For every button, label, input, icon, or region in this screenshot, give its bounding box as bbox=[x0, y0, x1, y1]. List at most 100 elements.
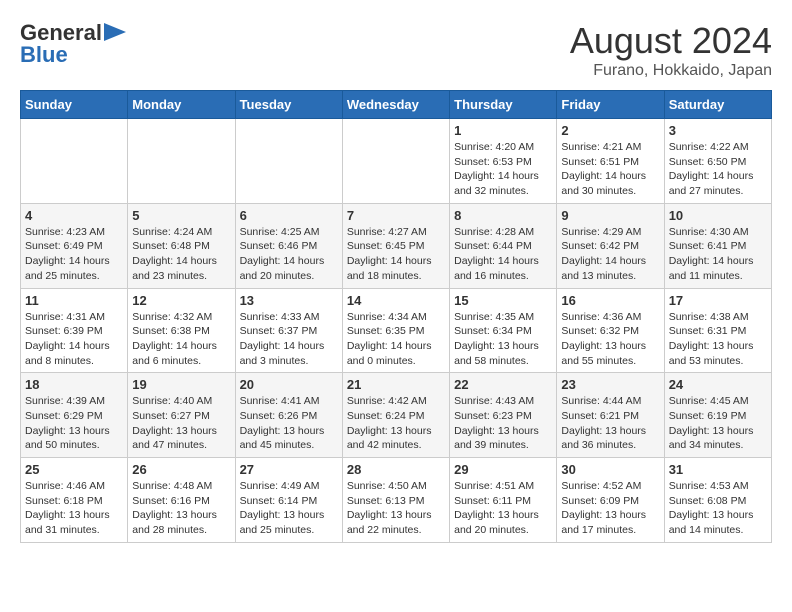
header-sunday: Sunday bbox=[21, 91, 128, 119]
calendar-week-5: 25 Sunrise: 4:46 AM Sunset: 6:18 PM Dayli… bbox=[21, 458, 772, 543]
day-info: Sunrise: 4:35 AM Sunset: 6:34 PM Dayligh… bbox=[454, 310, 552, 369]
day-info: Sunrise: 4:29 AM Sunset: 6:42 PM Dayligh… bbox=[561, 225, 659, 284]
day-info: Sunrise: 4:45 AM Sunset: 6:19 PM Dayligh… bbox=[669, 394, 767, 453]
calendar-cell: 9Sunrise: 4:29 AM Sunset: 6:42 PM Daylig… bbox=[557, 203, 664, 288]
day-info: Sunrise: 4:44 AM Sunset: 6:21 PM Dayligh… bbox=[561, 394, 659, 453]
day-info: Sunrise: 4:39 AM Sunset: 6:29 PM Dayligh… bbox=[25, 394, 123, 453]
day-info: Sunrise: 4:34 AM Sunset: 6:35 PM Dayligh… bbox=[347, 310, 445, 369]
day-number: 11 bbox=[25, 293, 123, 308]
calendar-cell: 4 Sunrise: 4:23 AM Sunset: 6:49 PM Daylig… bbox=[21, 203, 128, 288]
day-number: 16 bbox=[561, 293, 659, 308]
calendar-cell: 29 Sunrise: 4:51 AM Sunset: 6:11 PM Dayli… bbox=[450, 458, 557, 543]
day-info: Sunrise: 4:25 AM Sunset: 6:46 PM Dayligh… bbox=[240, 225, 338, 284]
header-tuesday: Tuesday bbox=[235, 91, 342, 119]
calendar-cell: 14Sunrise: 4:34 AM Sunset: 6:35 PM Dayli… bbox=[342, 288, 449, 373]
calendar-cell: 17 Sunrise: 4:38 AM Sunset: 6:31 PM Dayli… bbox=[664, 288, 771, 373]
calendar-cell: 3 Sunrise: 4:22 AM Sunset: 6:50 PM Daylig… bbox=[664, 119, 771, 204]
calendar-subtitle: Furano, Hokkaido, Japan bbox=[570, 62, 772, 80]
day-info: Sunrise: 4:21 AM Sunset: 6:51 PM Dayligh… bbox=[561, 140, 659, 199]
calendar-cell: 16Sunrise: 4:36 AM Sunset: 6:32 PM Dayli… bbox=[557, 288, 664, 373]
day-number: 4 bbox=[25, 208, 123, 223]
day-info: Sunrise: 4:22 AM Sunset: 6:50 PM Dayligh… bbox=[669, 140, 767, 199]
day-info: Sunrise: 4:33 AM Sunset: 6:37 PM Dayligh… bbox=[240, 310, 338, 369]
calendar-cell: 2 Sunrise: 4:21 AM Sunset: 6:51 PM Daylig… bbox=[557, 119, 664, 204]
logo-blue-text: Blue bbox=[20, 42, 68, 68]
calendar-cell: 27 Sunrise: 4:49 AM Sunset: 6:14 PM Dayli… bbox=[235, 458, 342, 543]
day-info: Sunrise: 4:46 AM Sunset: 6:18 PM Dayligh… bbox=[25, 479, 123, 538]
day-number: 2 bbox=[561, 123, 659, 138]
day-number: 17 bbox=[669, 293, 767, 308]
header-friday: Friday bbox=[557, 91, 664, 119]
day-info: Sunrise: 4:49 AM Sunset: 6:14 PM Dayligh… bbox=[240, 479, 338, 538]
calendar-cell: 31 Sunrise: 4:53 AM Sunset: 6:08 PM Dayli… bbox=[664, 458, 771, 543]
day-number: 1 bbox=[454, 123, 552, 138]
calendar-cell bbox=[342, 119, 449, 204]
calendar-cell: 11 Sunrise: 4:31 AM Sunset: 6:39 PM Dayli… bbox=[21, 288, 128, 373]
day-info: Sunrise: 4:38 AM Sunset: 6:31 PM Dayligh… bbox=[669, 310, 767, 369]
header-monday: Monday bbox=[128, 91, 235, 119]
calendar-cell: 21 Sunrise: 4:42 AM Sunset: 6:24 PM Dayli… bbox=[342, 373, 449, 458]
calendar-week-2: 4 Sunrise: 4:23 AM Sunset: 6:49 PM Daylig… bbox=[21, 203, 772, 288]
day-number: 28 bbox=[347, 462, 445, 477]
calendar-cell: 25 Sunrise: 4:46 AM Sunset: 6:18 PM Dayli… bbox=[21, 458, 128, 543]
day-number: 24 bbox=[669, 377, 767, 392]
calendar-cell: 26 Sunrise: 4:48 AM Sunset: 6:16 PM Dayli… bbox=[128, 458, 235, 543]
calendar-cell bbox=[21, 119, 128, 204]
calendar-cell: 24 Sunrise: 4:45 AM Sunset: 6:19 PM Dayli… bbox=[664, 373, 771, 458]
calendar-title: August 2024 bbox=[570, 20, 772, 62]
day-number: 26 bbox=[132, 462, 230, 477]
day-number: 21 bbox=[347, 377, 445, 392]
day-info: Sunrise: 4:27 AM Sunset: 6:45 PM Dayligh… bbox=[347, 225, 445, 284]
calendar-table: Sunday Monday Tuesday Wednesday Thursday… bbox=[20, 90, 772, 543]
day-info: Sunrise: 4:23 AM Sunset: 6:49 PM Dayligh… bbox=[25, 225, 123, 284]
calendar-cell: 15 Sunrise: 4:35 AM Sunset: 6:34 PM Dayli… bbox=[450, 288, 557, 373]
calendar-cell: 20Sunrise: 4:41 AM Sunset: 6:26 PM Dayli… bbox=[235, 373, 342, 458]
logo-arrow-icon bbox=[104, 23, 126, 46]
calendar-cell: 8 Sunrise: 4:28 AM Sunset: 6:44 PM Daylig… bbox=[450, 203, 557, 288]
calendar-cell: 10 Sunrise: 4:30 AM Sunset: 6:41 PM Dayli… bbox=[664, 203, 771, 288]
day-number: 20 bbox=[240, 377, 338, 392]
day-info: Sunrise: 4:51 AM Sunset: 6:11 PM Dayligh… bbox=[454, 479, 552, 538]
day-number: 10 bbox=[669, 208, 767, 223]
day-info: Sunrise: 4:24 AM Sunset: 6:48 PM Dayligh… bbox=[132, 225, 230, 284]
calendar-cell: 13Sunrise: 4:33 AM Sunset: 6:37 PM Dayli… bbox=[235, 288, 342, 373]
page-header: General Blue August 2024 Furano, Hokkaid… bbox=[20, 20, 772, 80]
day-number: 8 bbox=[454, 208, 552, 223]
day-number: 15 bbox=[454, 293, 552, 308]
day-info: Sunrise: 4:40 AM Sunset: 6:27 PM Dayligh… bbox=[132, 394, 230, 453]
day-number: 31 bbox=[669, 462, 767, 477]
day-number: 7 bbox=[347, 208, 445, 223]
day-number: 3 bbox=[669, 123, 767, 138]
day-number: 25 bbox=[25, 462, 123, 477]
calendar-cell: 28 Sunrise: 4:50 AM Sunset: 6:13 PM Dayli… bbox=[342, 458, 449, 543]
day-info: Sunrise: 4:50 AM Sunset: 6:13 PM Dayligh… bbox=[347, 479, 445, 538]
calendar-cell: 12 Sunrise: 4:32 AM Sunset: 6:38 PM Dayli… bbox=[128, 288, 235, 373]
day-number: 12 bbox=[132, 293, 230, 308]
day-number: 19 bbox=[132, 377, 230, 392]
header-thursday: Thursday bbox=[450, 91, 557, 119]
calendar-cell bbox=[128, 119, 235, 204]
day-info: Sunrise: 4:30 AM Sunset: 6:41 PM Dayligh… bbox=[669, 225, 767, 284]
calendar-cell: 22Sunrise: 4:43 AM Sunset: 6:23 PM Dayli… bbox=[450, 373, 557, 458]
day-info: Sunrise: 4:53 AM Sunset: 6:08 PM Dayligh… bbox=[669, 479, 767, 538]
header-wednesday: Wednesday bbox=[342, 91, 449, 119]
calendar-cell bbox=[235, 119, 342, 204]
calendar-cell: 7 Sunrise: 4:27 AM Sunset: 6:45 PM Daylig… bbox=[342, 203, 449, 288]
calendar-cell: 30Sunrise: 4:52 AM Sunset: 6:09 PM Dayli… bbox=[557, 458, 664, 543]
logo: General Blue bbox=[20, 20, 126, 68]
day-info: Sunrise: 4:43 AM Sunset: 6:23 PM Dayligh… bbox=[454, 394, 552, 453]
calendar-cell: 23Sunrise: 4:44 AM Sunset: 6:21 PM Dayli… bbox=[557, 373, 664, 458]
day-info: Sunrise: 4:52 AM Sunset: 6:09 PM Dayligh… bbox=[561, 479, 659, 538]
day-number: 5 bbox=[132, 208, 230, 223]
day-info: Sunrise: 4:42 AM Sunset: 6:24 PM Dayligh… bbox=[347, 394, 445, 453]
calendar-cell: 19 Sunrise: 4:40 AM Sunset: 6:27 PM Dayli… bbox=[128, 373, 235, 458]
day-info: Sunrise: 4:28 AM Sunset: 6:44 PM Dayligh… bbox=[454, 225, 552, 284]
day-info: Sunrise: 4:48 AM Sunset: 6:16 PM Dayligh… bbox=[132, 479, 230, 538]
day-info: Sunrise: 4:31 AM Sunset: 6:39 PM Dayligh… bbox=[25, 310, 123, 369]
day-info: Sunrise: 4:32 AM Sunset: 6:38 PM Dayligh… bbox=[132, 310, 230, 369]
calendar-week-1: 1Sunrise: 4:20 AM Sunset: 6:53 PM Daylig… bbox=[21, 119, 772, 204]
day-number: 29 bbox=[454, 462, 552, 477]
day-number: 27 bbox=[240, 462, 338, 477]
title-section: August 2024 Furano, Hokkaido, Japan bbox=[570, 20, 772, 80]
header-saturday: Saturday bbox=[664, 91, 771, 119]
